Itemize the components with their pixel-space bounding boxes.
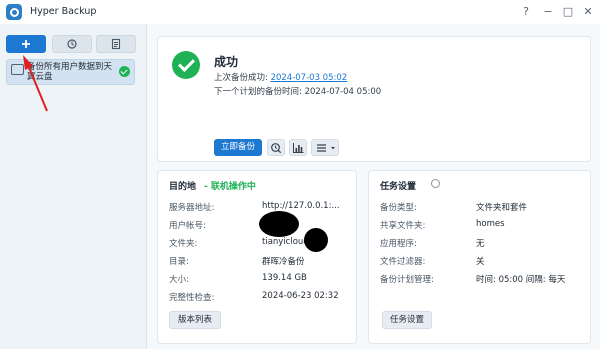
size-label: 大小: <box>169 275 189 285</box>
success-icon <box>172 51 200 79</box>
backup-now-button[interactable]: 立即备份 <box>214 139 262 156</box>
server-address-label: 服务器地址: <box>169 203 215 213</box>
integrity-check-button[interactable] <box>267 139 285 156</box>
sidebar: 备份所有用户数据到天翼云盘 <box>0 24 147 349</box>
directory-value: 群晖冷备份 <box>262 257 305 267</box>
task-settings-title: 任务设置 <box>380 182 417 192</box>
title-bar: Hyper Backup ? − □ ✕ <box>0 0 600 24</box>
backup-task-item[interactable]: 备份所有用户数据到天翼云盘 <box>6 59 135 85</box>
task-settings-button[interactable]: 任务设置 <box>382 311 432 329</box>
plus-icon <box>22 40 30 48</box>
menu-icon <box>316 143 335 152</box>
schedule-value: 时间: 05:00 间隔: 每天 <box>476 275 566 285</box>
destination-panel: 目的地 - 联机操作中 服务器地址: http://127.0.0.1:... … <box>157 170 357 344</box>
schedule-label: 备份计划管理: <box>380 275 434 285</box>
integrity-check-value: 2024-06-23 02:32 <box>262 291 339 301</box>
backup-type-label: 备份类型: <box>380 203 417 213</box>
app-title: Hyper Backup <box>30 6 97 17</box>
destination-title: 目的地 <box>169 182 197 192</box>
file-filter-label: 文件过滤器: <box>380 257 426 267</box>
next-backup-line: 下一个计划的备份时间: 2024-07-04 05:00 <box>214 87 382 97</box>
statistics-button[interactable] <box>289 139 307 156</box>
task-success-icon <box>119 66 130 77</box>
version-list-button[interactable]: 版本列表 <box>169 311 221 329</box>
shared-folder-value: homes <box>476 219 505 229</box>
destination-status: - 联机操作中 <box>204 182 256 192</box>
backup-type-value: 文件夹和套件 <box>476 203 528 213</box>
last-backup-label: 上次备份成功: <box>214 73 271 83</box>
history-icon <box>67 39 77 49</box>
close-button[interactable]: ✕ <box>580 4 596 20</box>
restore-button[interactable] <box>52 35 92 53</box>
task-label: 备份所有用户数据到天翼云盘 <box>27 62 113 82</box>
search-clock-icon <box>271 142 282 153</box>
backup-task-icon <box>11 64 24 75</box>
last-backup-link[interactable]: 2024-07-03 05:02 <box>271 73 348 83</box>
server-address-value: http://127.0.0.1:... <box>262 201 340 211</box>
file-filter-value: 关 <box>476 257 485 267</box>
create-task-button[interactable] <box>6 35 46 53</box>
main-content: 成功 上次备份成功: 2024-07-03 05:02 下一个计划的备份时间: … <box>147 24 600 349</box>
task-settings-panel: 任务设置 备份类型: 文件夹和套件 共享文件夹: homes 应用程序: 无 文… <box>368 170 591 344</box>
folder-label: 文件夹: <box>169 239 198 249</box>
integrity-check-label: 完整性检查: <box>169 293 215 303</box>
user-account-label: 用户帐号: <box>169 221 206 231</box>
hyper-backup-logo-icon <box>6 4 22 20</box>
gear-icon[interactable] <box>431 179 440 188</box>
log-button[interactable] <box>96 35 136 53</box>
last-backup-line: 上次备份成功: 2024-07-03 05:02 <box>214 71 347 83</box>
shared-folder-label: 共享文件夹: <box>380 221 426 231</box>
more-actions-menu[interactable] <box>311 139 339 156</box>
maximize-button[interactable]: □ <box>560 4 576 20</box>
size-value: 139.14 GB <box>262 273 307 283</box>
redaction-mark <box>301 225 331 255</box>
applications-value: 无 <box>476 239 485 249</box>
directory-label: 目录: <box>169 257 189 267</box>
redaction-mark <box>259 211 299 237</box>
log-icon <box>111 38 121 50</box>
applications-label: 应用程序: <box>380 239 417 249</box>
help-button[interactable]: ? <box>518 4 534 20</box>
bar-chart-icon <box>293 142 304 153</box>
folder-value: tianyicloud <box>262 237 309 247</box>
status-panel: 成功 上次备份成功: 2024-07-03 05:02 下一个计划的备份时间: … <box>157 36 591 162</box>
minimize-button[interactable]: − <box>540 4 556 20</box>
status-title: 成功 <box>214 55 239 69</box>
